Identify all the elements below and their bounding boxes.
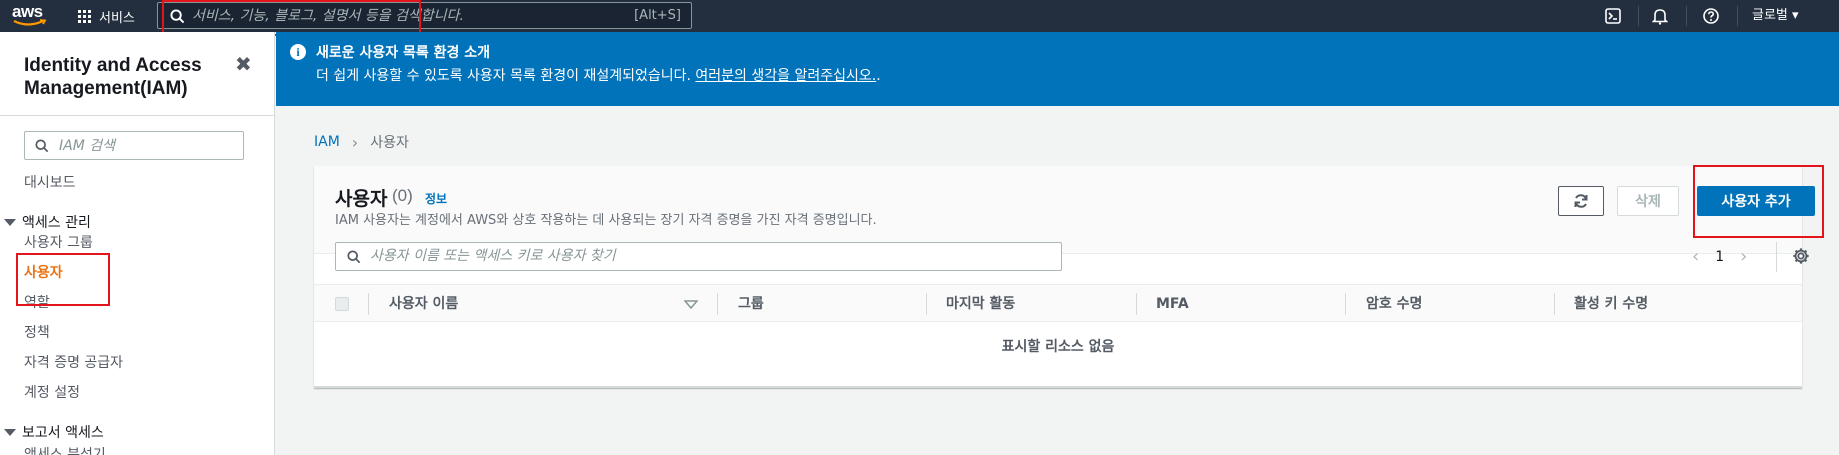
banner-text: 더 쉽게 사용할 수 있도록 사용자 목록 환경이 재설계되었습니다. 여러분의… (316, 65, 881, 85)
help-icon[interactable] (1703, 8, 1719, 24)
user-search-box[interactable] (335, 242, 1062, 271)
sidebar-item-dashboard[interactable]: 대시보드 (24, 172, 76, 192)
breadcrumb-current: 사용자 (370, 135, 409, 151)
chevron-right-icon[interactable]: › (1740, 246, 1747, 267)
column-header-active-key-age[interactable]: 활성 키 수명 (1574, 285, 1648, 323)
iam-search-input[interactable] (59, 137, 229, 154)
services-label: 서비스 (99, 10, 135, 26)
column-divider (926, 293, 927, 315)
sidebar-item-access-analyzer[interactable]: 액세스 분석기 (24, 444, 106, 455)
sidebar-item-policies[interactable]: 정책 (24, 322, 50, 342)
services-menu-button[interactable]: 서비스 (78, 0, 135, 32)
banner-title: 새로운 사용자 목록 환경 소개 (316, 45, 491, 61)
caret-down-icon (4, 218, 16, 226)
user-count: (0) (392, 186, 413, 205)
info-icon: i (290, 44, 306, 60)
gear-icon[interactable] (1792, 247, 1810, 265)
section-label: 보고서 액세스 (22, 425, 104, 441)
pager-separator (1776, 242, 1777, 272)
sidebar-section-report-access[interactable]: 보고서 액세스 (4, 422, 104, 442)
table-bottom-border (314, 386, 1802, 388)
sidebar-title: Identity and Access Management(IAM) (24, 55, 202, 99)
grid-icon (78, 9, 91, 23)
nav-separator (1686, 6, 1687, 26)
bell-icon[interactable] (1652, 7, 1668, 25)
aws-smile-icon (13, 19, 47, 26)
info-link[interactable]: 정보 (425, 190, 447, 207)
column-divider (1345, 293, 1346, 315)
aws-logo[interactable]: aws (12, 3, 48, 29)
panel-title: 사용자 (335, 189, 388, 210)
nav-separator (1638, 6, 1639, 26)
sidebar-section-access-management[interactable]: 액세스 관리 (4, 212, 91, 232)
column-header-user-name[interactable]: 사용자 이름 (389, 285, 458, 323)
search-icon (35, 139, 49, 153)
search-shortcut-hint: [Alt+S] (634, 8, 681, 23)
column-header-mfa[interactable]: MFA (1156, 285, 1189, 323)
search-icon (347, 250, 361, 264)
section-label: 액세스 관리 (22, 215, 91, 231)
table-header: 사용자 이름 그룹 마지막 활동 MFA 암호 수명 활성 키 수명 (314, 284, 1802, 322)
user-search-input[interactable] (370, 248, 1050, 264)
pagination: ‹ 1 › (1692, 246, 1747, 267)
close-icon[interactable]: ✖ (235, 52, 252, 76)
column-divider (717, 293, 718, 315)
sidebar-divider (0, 115, 275, 116)
info-banner: i 새로운 사용자 목록 환경 소개 더 쉽게 사용할 수 있도록 사용자 목록… (276, 32, 1839, 106)
banner-message: 더 쉽게 사용할 수 있도록 사용자 목록 환경이 재설계되었습니다. (316, 68, 691, 84)
region-selector[interactable]: 글로벌 ▾ (1752, 0, 1799, 32)
sort-desc-icon[interactable] (684, 300, 698, 309)
current-page[interactable]: 1 (1715, 249, 1724, 265)
empty-state-text: 표시할 리소스 없음 (1001, 339, 1115, 355)
sidebar-item-user-groups[interactable]: 사용자 그룹 (24, 232, 93, 252)
column-header-password-age[interactable]: 암호 수명 (1366, 285, 1422, 323)
global-search-box[interactable]: [Alt+S] (157, 2, 692, 29)
sidebar-item-users[interactable]: 사용자 (24, 262, 63, 282)
sidebar-item-identity-providers[interactable]: 자격 증명 공급자 (24, 352, 123, 372)
feedback-link[interactable]: 여러분의 생각을 알려주십시오. (695, 68, 876, 84)
column-header-last-activity[interactable]: 마지막 활동 (946, 285, 1015, 323)
column-divider (1554, 293, 1555, 315)
add-user-button[interactable]: 사용자 추가 (1697, 186, 1815, 216)
iam-search-box[interactable] (24, 131, 244, 160)
caret-down-icon (4, 428, 16, 436)
refresh-icon (1574, 194, 1588, 208)
refresh-button[interactable] (1558, 186, 1604, 216)
global-search-input[interactable] (192, 7, 612, 24)
nav-separator (1737, 6, 1738, 26)
select-all-checkbox[interactable] (335, 297, 349, 311)
sidebar: Identity and Access Management(IAM) ✖ 대시… (0, 32, 275, 455)
chevron-left-icon[interactable]: ‹ (1692, 246, 1699, 267)
users-panel: 사용자 (0) 정보 IAM 사용자는 계정에서 AWS와 상호 작용하는 데 … (314, 166, 1815, 388)
panel-description: IAM 사용자는 계정에서 AWS와 상호 작용하는 데 사용되는 장기 자격 … (335, 213, 877, 228)
banner-trailing: . (876, 68, 881, 84)
cloudshell-icon[interactable] (1605, 8, 1621, 24)
sidebar-item-account-settings[interactable]: 계정 설정 (24, 382, 80, 402)
column-divider (368, 293, 369, 315)
breadcrumb: IAM › 사용자 (314, 132, 409, 152)
column-divider (1136, 293, 1137, 315)
top-navigation: aws 서비스 [Alt+S] 글로벌 ▾ (0, 0, 1839, 32)
chevron-right-icon: › (351, 132, 359, 152)
delete-button[interactable]: 삭제 (1617, 186, 1679, 216)
breadcrumb-iam-link[interactable]: IAM (314, 134, 340, 150)
search-icon (170, 9, 185, 24)
sidebar-item-roles[interactable]: 역할 (24, 292, 50, 312)
column-header-groups[interactable]: 그룹 (738, 285, 764, 323)
